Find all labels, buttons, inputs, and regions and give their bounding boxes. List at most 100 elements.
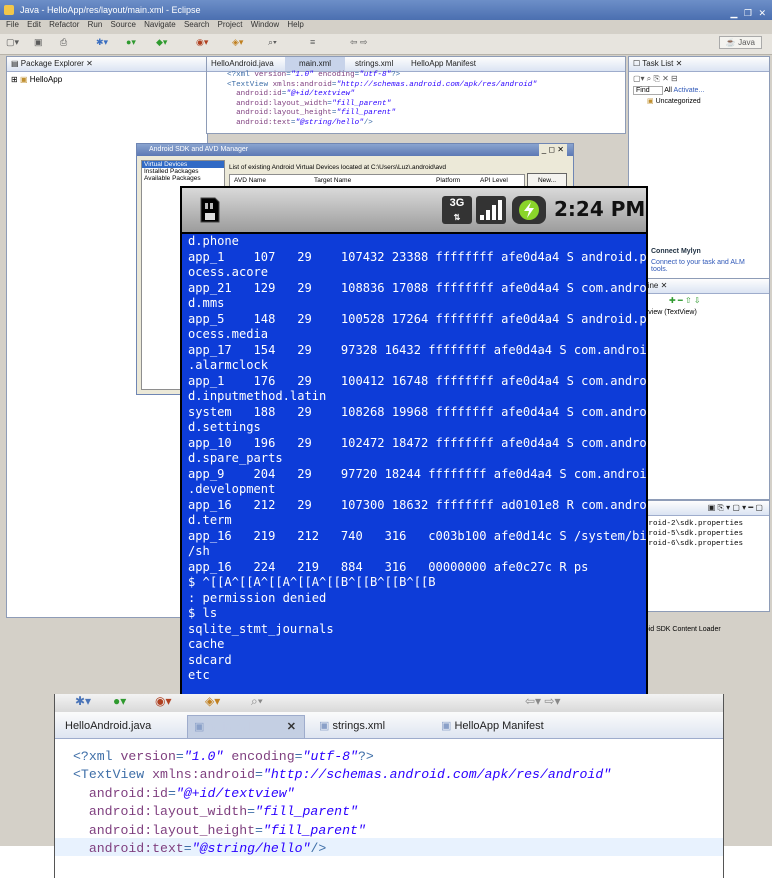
code-line[interactable]: <TextView xmlns:android="http://schemas.… [227,81,537,91]
android-emulator-screen: 3G ⇅ 2:24 PM d.phone app_1 107 29 107432 2… [180,186,648,696]
terminal-line: app_16 212 29 107300 18632 ffffffff ad01… [188,497,647,512]
terminal-line: .development [188,482,276,496]
nav-virtual-devices[interactable]: Virtual Devices [142,161,224,168]
print-icon[interactable]: ⎙ [60,37,67,48]
xml-file-icon: ▣ [194,721,208,733]
terminal-line: $ ls [188,606,218,620]
run-icon[interactable]: ●▾ [126,37,136,48]
zoomed-code-text[interactable]: <?xml version="1.0" encoding="utf-8"?> <T… [73,748,611,858]
tab-strings-xml[interactable]: strings.xml [355,57,393,71]
mylyn-link[interactable]: Connect to your task and ALM tools. [629,257,769,275]
task-find-input[interactable]: Find [633,86,663,95]
col-api-level[interactable]: API Level [480,177,508,184]
zoomed-toolbar: ✱▾ ●▾ ◉▾ ◈▾ ⌕▾ ⇦▾ ⇨▾ [55,694,723,712]
col-avd-name[interactable]: AVD Name [234,177,266,184]
run-icon[interactable]: ●▾ [113,694,126,708]
outline-toolbar: ✚ ━ ⇧ ⇩ [669,296,701,305]
console-view: ▣ ⎘ ▾ ▢ ▾ ━ ▢ android-2\sdk.properties a… [628,500,770,612]
open-type-icon[interactable]: ◈▾ [232,37,243,48]
menu-project[interactable]: Project [218,20,243,29]
terminal-line: app_10 196 29 102472 18472 ffffffff afe0… [188,435,647,450]
console-tab[interactable]: ▣ ⎘ ▾ ▢ ▾ ━ ▢ [629,501,769,516]
code-text[interactable]: <?xml version="1.0" encoding="utf-8"?> <T… [227,71,537,128]
menu-window[interactable]: Window [251,20,279,29]
menu-refactor[interactable]: Refactor [49,20,79,29]
main-toolbar: ▢▾ ▣ ⎙ ✱▾ ●▾ ◆▾ ◉▾ ◈▾ ⌕▾ ≡ ⇦ ⇨ ☕ Java [0,34,772,55]
search-icon[interactable]: ⌕▾ [251,694,263,709]
ztab-manifest[interactable]: ▣ HelloApp Manifest [441,715,544,737]
package-icon: ▤ [11,59,21,68]
code-line[interactable]: android:id="@+id/textview" [227,90,537,100]
task-list-tab[interactable]: ☐ Task List ✕ [629,57,769,72]
back-icon[interactable]: ⇦ ⇨ [350,37,368,48]
terminal-line: app_9 204 29 97720 18244 ffffffff afe0d4… [188,466,647,481]
nav-installed-packages[interactable]: Installed Packages [142,168,224,175]
outline-view: Outline ✕ ✚ ━ ⇧ ⇩ textview (TextView) [628,278,770,500]
ztab-strings-xml[interactable]: ▣ strings.xml [319,715,385,737]
debug-icon[interactable]: ✱▾ [75,694,91,708]
perspective-java[interactable]: ☕ Java [718,36,762,49]
code-line[interactable]: <TextView xmlns:android="http://schemas.… [73,766,611,784]
terminal-output[interactable]: d.phone app_1 107 29 107432 23388 fffffff… [188,234,646,694]
close-tab-icon[interactable]: ✕ [287,716,296,738]
open-type-icon[interactable]: ◈▾ [205,694,220,708]
tab-main-xml[interactable]: main.xml [285,57,346,71]
col-target-name[interactable]: Target Name [314,177,351,184]
task-icon: ☐ [633,59,643,68]
debug-icon[interactable]: ✱▾ [96,37,108,48]
ztab-helloandroid-java[interactable]: HelloAndroid.java [65,715,151,737]
tab-manifest[interactable]: HelloApp Manifest [411,57,476,71]
zoomed-editor: ✱▾ ●▾ ◉▾ ◈▾ ⌕▾ ⇦▾ ⇨▾ HelloAndroid.java ▣… [54,694,724,878]
menu-edit[interactable]: Edit [27,20,41,29]
nav-available-packages[interactable]: Available Packages [142,175,224,182]
avd-window-controls[interactable]: _ ◻ ✕ [538,144,567,156]
back-icon[interactable]: ⇦▾ ⇨▾ [525,694,561,708]
new-class-icon[interactable]: ◉▾ [196,37,208,48]
window-title: Java - HelloApp/res/layout/main.xml - Ec… [20,5,201,15]
terminal-line: d.inputmethod.latin [188,389,327,403]
tab-helloandroid-java[interactable]: HelloAndroid.java [211,57,274,71]
task-all-link[interactable]: All [664,87,672,94]
menu-source[interactable]: Source [111,20,136,29]
search-icon[interactable]: ⌕▾ [268,37,277,48]
terminal-line: etc [188,668,210,682]
new-icon[interactable]: ▢▾ [6,37,19,48]
tree-item-helloapp[interactable]: ⊞ ▣ HelloApp [7,72,207,87]
terminal-line: d.phone [188,234,239,248]
code-line[interactable]: android:text="@string/hello"/> [227,119,537,129]
terminal-line: d.spare_parts [188,451,283,465]
col-platform[interactable]: Platform [436,177,460,184]
code-line[interactable]: android:text="@string/hello"/> [73,840,611,858]
task-activate-link[interactable]: Activate... [674,87,705,94]
code-line[interactable]: android:layout_width="fill_parent" [227,100,537,110]
task-category[interactable]: ▣ Uncategorized [629,95,769,107]
menu-file[interactable]: File [6,20,19,29]
new-class-icon[interactable]: ◉▾ [155,694,172,708]
package-explorer-tab[interactable]: ▤ Package Explorer ✕ [7,57,207,72]
external-tools-icon[interactable]: ◆▾ [156,37,167,48]
terminal-line: app_16 219 212 740 316 c003b100 afe0d14c… [188,528,647,543]
code-line[interactable]: android:id="@+id/textview" [73,785,611,803]
save-icon[interactable]: ▣ [34,37,43,48]
menu-help[interactable]: Help [287,20,303,29]
terminal-line: $ ^[[A^[[A^[[A^[[A^[[B^[[B^[[B^[[B [188,575,436,589]
menu-run[interactable]: Run [88,20,103,29]
terminal-line: /sh [188,544,210,558]
code-line[interactable]: <?xml version="1.0" encoding="utf-8"?> [227,71,537,81]
xml-file-icon: ▣ [319,720,333,732]
code-line[interactable]: <?xml version="1.0" encoding="utf-8"?> [73,748,611,766]
xml-editor: HelloAndroid.java main.xml strings.xml H… [206,56,626,134]
outline-tab[interactable]: Outline ✕ [629,279,769,294]
ztab-main-xml[interactable]: ▣ main.xml ✕ [187,715,305,738]
menu-navigate[interactable]: Navigate [144,20,176,29]
menu-search[interactable]: Search [184,20,209,29]
code-line[interactable]: android:layout_height="fill_parent" [73,822,611,840]
terminal-line: app_1 176 29 100412 16748 ffffffff afe0d… [188,373,647,388]
code-line[interactable]: android:layout_height="fill_parent" [227,109,537,119]
outline-item[interactable]: textview (TextView) [629,307,769,318]
annotation-icon[interactable]: ≡ [310,37,315,47]
terminal-line: d.term [188,513,232,527]
window-title-bar: Java - HelloApp/res/layout/main.xml - Ec… [0,0,772,20]
terminal-line: app_21 129 29 108836 17088 ffffffff afe0… [188,280,647,295]
code-line[interactable]: android:layout_width="fill_parent" [73,803,611,821]
